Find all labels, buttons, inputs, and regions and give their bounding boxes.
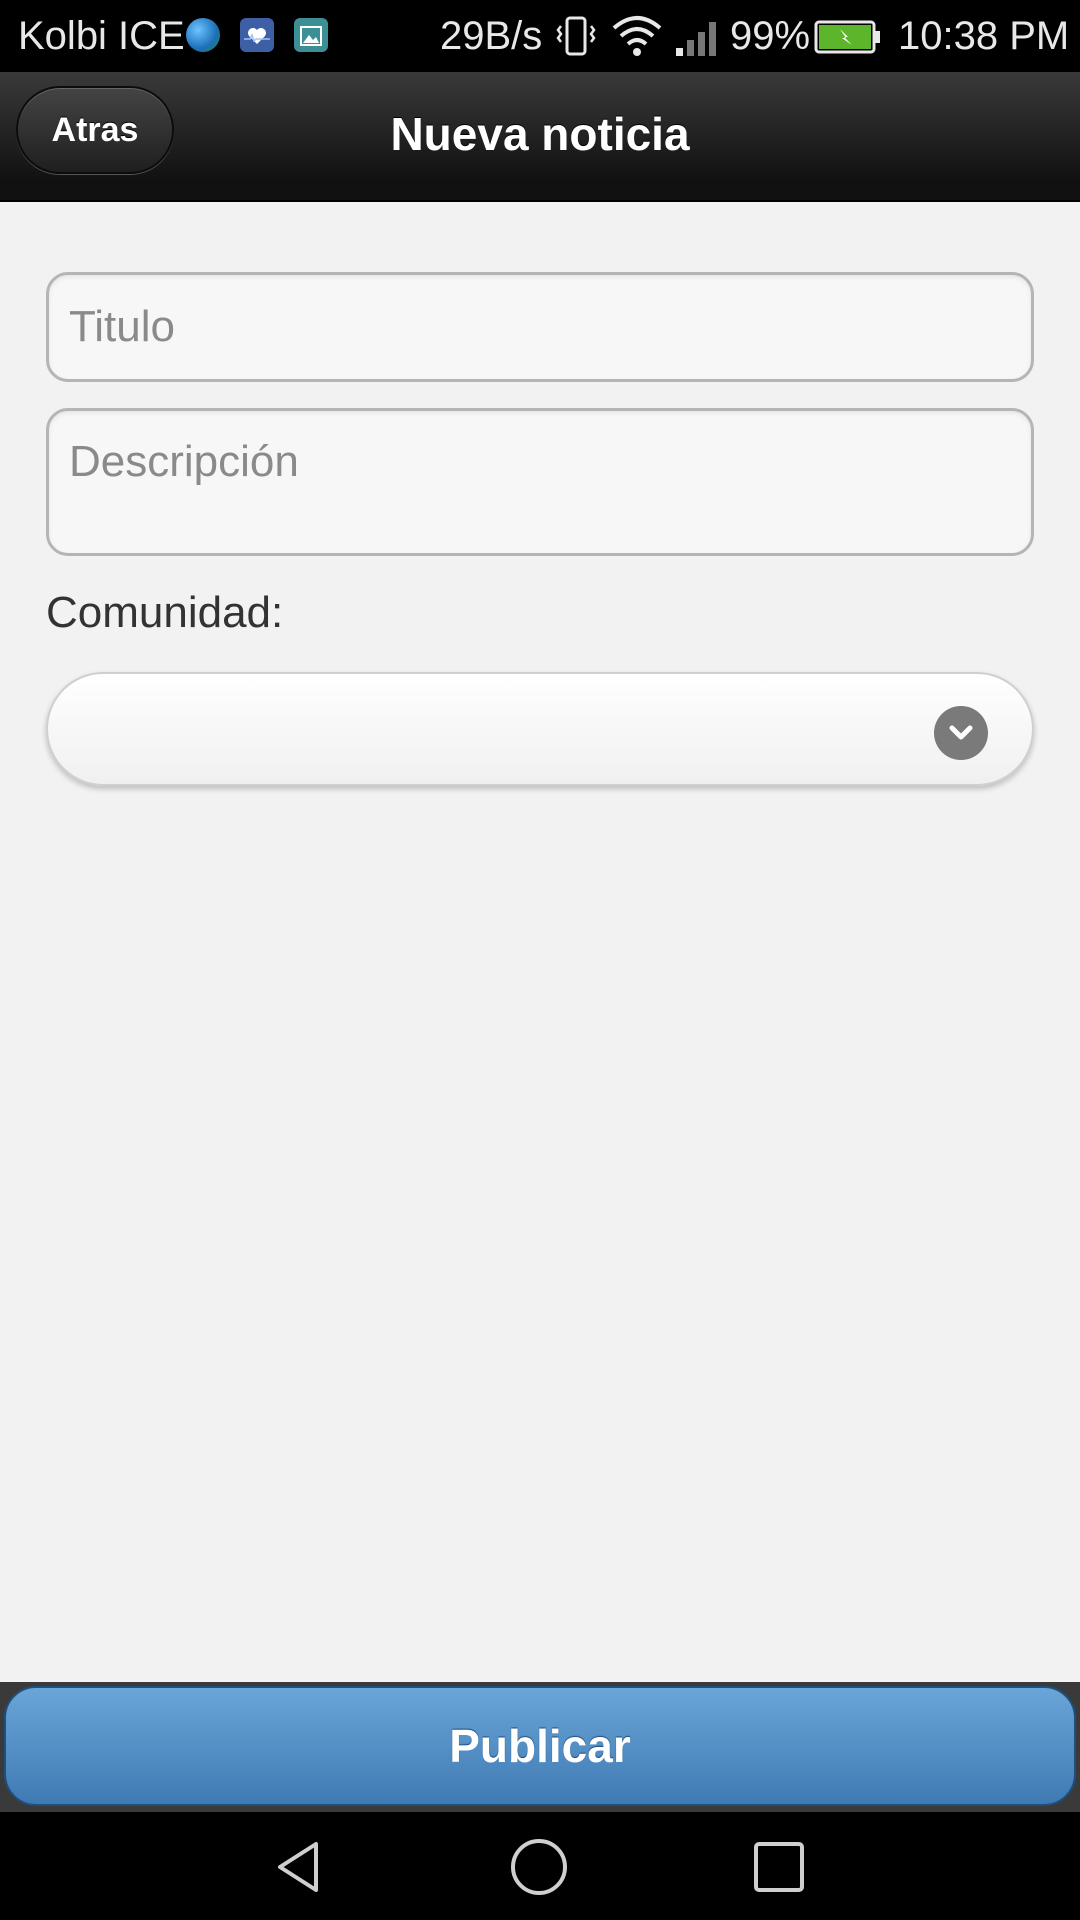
battery-charging-icon — [814, 20, 880, 54]
battery-percentage: 99% — [730, 14, 811, 58]
wifi-icon — [612, 16, 662, 56]
home-circle-icon[interactable] — [508, 1836, 570, 1898]
footer: Publicar — [0, 1682, 1080, 1812]
titulo-input[interactable] — [46, 272, 1034, 382]
nav-bar — [0, 1812, 1080, 1920]
back-button[interactable]: Atras — [16, 86, 174, 174]
status-bar: Kolbi ICE 29B/s 99% 10:38 PM — [0, 0, 1080, 72]
signal-icon — [676, 22, 716, 56]
carrier-name: Kolbi ICE — [18, 14, 185, 58]
comunidad-select[interactable] — [46, 672, 1034, 786]
back-triangle-icon[interactable] — [270, 1836, 332, 1898]
clock: 10:38 PM — [898, 14, 1070, 58]
screen: Kolbi ICE 29B/s 99% 10:38 PM Nueva notic… — [0, 0, 1080, 1920]
descripcion-input[interactable] — [46, 408, 1034, 556]
header: Nueva noticia Atras — [0, 72, 1080, 202]
network-speed: 29B/s — [440, 14, 543, 58]
gallery-icon — [294, 18, 328, 52]
chevron-down-icon — [934, 706, 988, 760]
globe-icon — [186, 18, 220, 52]
comunidad-label: Comunidad: — [46, 588, 284, 637]
vibrate-icon — [556, 16, 596, 56]
recents-square-icon[interactable] — [748, 1836, 810, 1898]
publish-button[interactable]: Publicar — [4, 1686, 1076, 1806]
health-icon — [240, 18, 274, 52]
